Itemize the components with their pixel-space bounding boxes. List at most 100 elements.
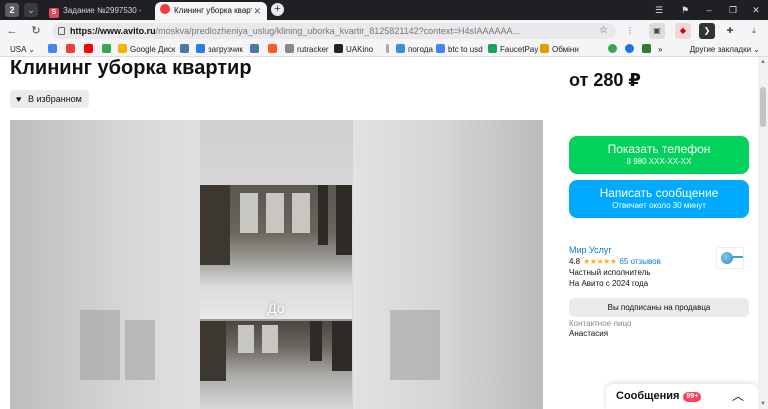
loader-icon [196, 44, 205, 53]
tab-avito[interactable]: Клининг уборка квартир ✕ [155, 2, 267, 20]
bookmark-uakino[interactable]: UAKino [334, 44, 373, 55]
close-window-icon[interactable]: ✕ [749, 2, 763, 18]
google-icon [48, 44, 57, 53]
bookmark-youtube[interactable] [84, 44, 96, 55]
show-phone-label: Показать телефон [607, 142, 711, 156]
extension-tv-icon[interactable]: ▣ [649, 23, 665, 39]
new-tab-button[interactable]: + [271, 3, 284, 16]
page-content: Клининг уборка квартир ♥ В избранном от 2… [0, 57, 758, 409]
minimize-icon[interactable]: – [702, 2, 716, 18]
contact-person-name: Анастасия [569, 329, 609, 338]
messages-widget[interactable]: Сообщения 99+ ︿ [606, 384, 758, 409]
back-icon[interactable]: ← [4, 23, 20, 39]
tab-assignment[interactable]: S Задание №2997530 - про [44, 2, 152, 20]
bookmark-translate[interactable] [180, 44, 192, 55]
bookmark-faucetpay[interactable]: FaucetPay [488, 44, 538, 55]
bookmark-green[interactable] [102, 44, 114, 55]
write-message-label: Написать сообщение [599, 186, 719, 200]
photo-window [262, 325, 278, 353]
google-drive-icon [118, 44, 127, 53]
tab-menu-chevron-icon[interactable]: ⌄ [24, 3, 38, 17]
blurred-background-right [353, 120, 543, 409]
photo-window [238, 325, 254, 353]
bookmark-rutracker[interactable]: rutracker [285, 44, 329, 55]
reload-icon[interactable]: ↻ [28, 23, 44, 39]
seller-type: Частный исполнитель [569, 268, 651, 277]
bookmark-exchange[interactable]: Обмінн [540, 44, 579, 55]
rating-value: 4.8 [569, 257, 581, 266]
download-icon[interactable]: ⤓ [746, 23, 762, 39]
response-time: Отвечает около 30 минут [612, 201, 706, 210]
restore-icon[interactable]: ❐ [726, 2, 740, 18]
photo-column [310, 321, 322, 361]
bookmark-loader[interactable]: загрузчик [196, 44, 243, 55]
scrollbar-thumb[interactable] [760, 87, 766, 127]
bookmark-star[interactable] [625, 44, 637, 55]
scroll-up-icon[interactable]: ▲ [760, 59, 766, 65]
photo-wall [200, 185, 230, 265]
seller-logo[interactable] [716, 247, 744, 269]
bookmark-flag-icon[interactable]: ⚑ [678, 2, 692, 18]
bookmark-orange-icon [268, 44, 277, 53]
address-bar[interactable]: https://www.avito.ru/moskva/predlozheniy… [52, 23, 616, 39]
bookmark-btc[interactable]: btc to usd [436, 44, 483, 55]
show-phone-button[interactable]: Показать телефон 8 980 XXX-XX-XX [569, 136, 749, 174]
faucetpay-icon [488, 44, 497, 53]
bookmark-weather[interactable]: погода [396, 44, 433, 55]
photo-window [240, 193, 258, 233]
photo-gallery[interactable]: До [10, 120, 543, 409]
separator-icon [386, 44, 389, 53]
heart-icon: ♥ [16, 94, 22, 104]
logo-text-bar [732, 256, 743, 258]
bookmark-green2[interactable] [642, 44, 654, 55]
phone-number-masked: 8 980 XXX-XX-XX [626, 157, 692, 166]
price: от 280 ₽ [569, 70, 641, 90]
scroll-down-icon[interactable]: ▼ [760, 401, 766, 407]
extensions-puzzle-icon[interactable]: ✚ [722, 23, 738, 39]
reviews-link[interactable]: 65 отзывов [619, 257, 660, 266]
contact-person-label: Контактное лицо [569, 319, 632, 328]
youtube-icon [84, 44, 93, 53]
bookmark-vk[interactable] [250, 44, 262, 55]
extension-red-icon[interactable]: ◆ [675, 23, 691, 39]
bookmark-orange[interactable] [268, 44, 280, 55]
page-scrollbar[interactable]: ▲ ▼ [758, 57, 768, 409]
tab-search-icon[interactable]: ☰ [652, 2, 666, 18]
browser-titlebar: 2 ⌄ S Задание №2997530 - про Клининг убор… [0, 0, 768, 20]
seller-name-link[interactable]: Мир Услуг [569, 245, 612, 255]
tab-close-icon[interactable]: ✕ [253, 2, 261, 20]
main-photo[interactable]: До [200, 185, 352, 409]
bookmark-maps[interactable] [608, 44, 620, 55]
seller-since: На Авито с 2024 года [569, 279, 649, 288]
rutracker-icon [285, 44, 294, 53]
sp-favicon-icon: S [49, 8, 59, 18]
menu-dots-icon[interactable]: ⋮ [622, 23, 638, 39]
bookmark-usa[interactable]: USA ⌄ [10, 44, 35, 55]
uakino-icon [334, 44, 343, 53]
photo-window [292, 193, 310, 233]
bookmark-star-icon[interactable]: ☆ [599, 23, 608, 39]
browser-navbar: ← ↻ https://www.avito.ru/moskva/predlozh… [0, 20, 768, 42]
star-icon [625, 44, 634, 53]
vk-icon [250, 44, 259, 53]
subscribed-button[interactable]: Вы подписаны на продавца [569, 298, 749, 317]
photo-window [266, 193, 284, 233]
write-message-button[interactable]: Написать сообщение Отвечает около 30 мин… [569, 180, 749, 218]
translate-icon [180, 44, 189, 53]
chevron-up-icon[interactable]: ︿ [732, 384, 744, 409]
bookmark-red[interactable] [66, 44, 78, 55]
bookmarks-more[interactable]: » [658, 44, 662, 55]
bookmark-separator[interactable] [386, 44, 392, 55]
seller-rating: 4.8 ★★★★★ 65 отзывов [569, 257, 661, 266]
before-caption: До [267, 300, 285, 316]
favorite-button[interactable]: ♥ В избранном [10, 90, 89, 108]
blur-shape [125, 320, 155, 380]
bookmark-google-drive[interactable]: Google Диск [118, 44, 175, 55]
tab-count-badge[interactable]: 2 [5, 3, 19, 17]
rating-stars-icon: ★★★★★ [583, 257, 617, 266]
blur-shape [390, 310, 440, 380]
other-bookmarks[interactable]: Другие закладки ⌄ [690, 44, 760, 55]
extension-arrow-icon[interactable]: ❯ [699, 23, 715, 39]
bookmark-google[interactable] [48, 44, 60, 55]
photo-column [336, 185, 352, 255]
